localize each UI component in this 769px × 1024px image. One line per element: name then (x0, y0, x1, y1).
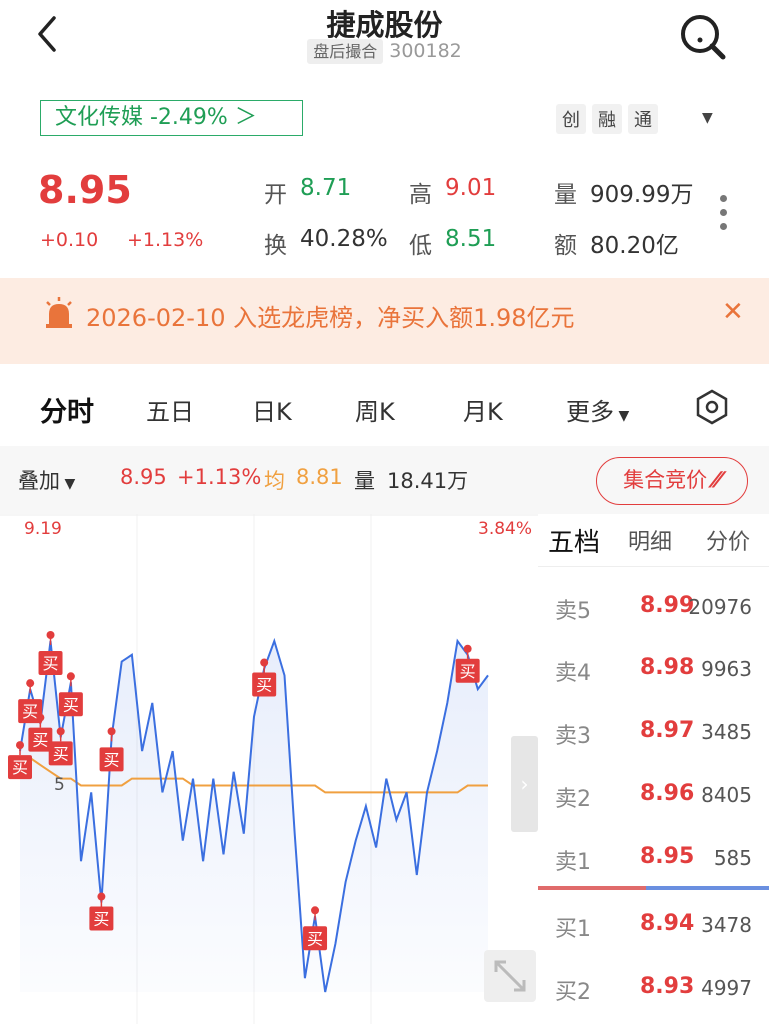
tag-rong: 融 (592, 104, 622, 134)
avg-value: 8.81 (296, 465, 343, 489)
ask2-vol: 8405 (701, 783, 752, 807)
book-divider-bid (646, 886, 769, 890)
overlay-vol-label: 量 (354, 469, 375, 493)
book-tab-price[interactable]: 分价 (706, 524, 750, 556)
tab-more-label: 更多 (566, 398, 614, 426)
buy-marker-label: 买 (12, 758, 28, 777)
overlay-dropdown[interactable]: 叠加 ▼ (18, 465, 75, 495)
auction-icon: ⁄⁄ (713, 468, 721, 492)
tab-five-day[interactable]: 五日 (146, 392, 194, 427)
ask5-vol: 20976 (688, 595, 752, 619)
avg-label: 均 (264, 469, 285, 493)
book-tab-five[interactable]: 五档 (548, 522, 600, 559)
price-change: +0.10 (40, 229, 99, 251)
tab-fenshi[interactable]: 分时 (40, 390, 94, 429)
volume-label: 量 (554, 182, 577, 208)
current-price: 8.95 (38, 168, 132, 212)
bid2-vol: 4997 (701, 976, 752, 1000)
ask3-label: 卖3 (555, 724, 591, 749)
high-value: 9.01 (445, 175, 497, 201)
tag-chuang: 创 (556, 104, 586, 134)
amount-value: 80.20亿 (590, 233, 679, 259)
overlay-label: 叠加 (18, 469, 60, 493)
search-icon[interactable] (676, 10, 728, 62)
buy-marker-label: 买 (43, 654, 59, 673)
chevron-down-icon: ▼ (614, 408, 630, 424)
buy-marker-label: 买 (104, 750, 120, 769)
buy-marker-label: 买 (307, 929, 323, 948)
open-label: 开 (264, 182, 287, 208)
status-tag: 盘后撮合 (307, 39, 384, 64)
sector-link[interactable]: 文化传媒 -2.49% ＞ (40, 100, 303, 136)
more-options-icon[interactable] (720, 195, 730, 237)
ask2-label: 卖2 (555, 787, 591, 812)
overlay-pct: +1.13% (177, 465, 262, 489)
alarm-icon (46, 297, 72, 328)
buy-marker: 买 (38, 631, 63, 675)
y-axis-top-label: 9.19 (24, 519, 62, 539)
tab-monthly-k[interactable]: 月K (463, 392, 503, 427)
ask4-vol: 9963 (701, 657, 752, 681)
tags-dropdown-icon[interactable]: ▼ (702, 110, 713, 126)
chevron-down-icon: ▼ (60, 476, 76, 492)
book-divider-ask (538, 886, 646, 890)
side-panel-toggle[interactable]: › (511, 736, 538, 832)
close-icon[interactable]: ✕ (722, 297, 744, 327)
volume-value: 909.99万 (590, 182, 694, 208)
book-header-divider (538, 566, 769, 567)
turnover-value: 40.28% (300, 226, 388, 252)
bid2-label: 买2 (555, 980, 591, 1005)
stock-subline: 盘后撮合 300182 (0, 38, 769, 64)
price-change-pct: +1.13% (127, 229, 204, 251)
tag-tong: 通 (628, 104, 658, 134)
tab-more[interactable]: 更多 ▼ (566, 392, 629, 427)
low-value: 8.51 (445, 226, 497, 252)
ask4-label: 卖4 (555, 661, 591, 686)
auction-button-label: 集合竞价 (623, 468, 708, 492)
auction-button[interactable]: 集合竞价 ⁄⁄ (596, 457, 748, 505)
buy-marker-label: 买 (53, 744, 69, 763)
buy-marker-label: 买 (22, 702, 38, 721)
buy-marker-label: 买 (256, 676, 272, 695)
settings-hexagon-icon[interactable] (694, 389, 730, 425)
buy-marker: 买 (58, 672, 83, 717)
expand-icon[interactable] (484, 950, 536, 1002)
turnover-label: 换 (264, 233, 287, 259)
overlay-price: 8.95 (120, 465, 167, 489)
ask5-label: 卖5 (555, 599, 591, 624)
buy-marker-label: 买 (63, 695, 79, 714)
stock-code: 300182 (389, 40, 462, 62)
book-tab-detail[interactable]: 明细 (628, 524, 672, 556)
stock-tags: 创融通 (556, 104, 664, 134)
intraday-chart[interactable]: 买买买买买买买买买买买 9.19 3.84% 5 (0, 514, 540, 1024)
high-label: 高 (409, 182, 432, 208)
buy-marker-label: 买 (460, 662, 476, 681)
ask1-vol: 585 (713, 846, 752, 870)
buy-marker-label: 买 (32, 731, 48, 750)
buy-marker: 买 (303, 906, 328, 951)
tab-daily-k[interactable]: 日K (252, 392, 292, 427)
open-value: 8.71 (300, 175, 352, 201)
partial-axis-label: 5 (54, 775, 65, 795)
bid1-label: 买1 (555, 917, 591, 942)
bid1-vol: 3478 (701, 913, 752, 937)
notice-text: 2026-02-10 入选龙虎榜，净买入额1.98亿元 (86, 304, 575, 332)
ask1-label: 卖1 (555, 850, 591, 875)
tab-weekly-k[interactable]: 周K (355, 392, 395, 427)
buy-marker-label: 买 (93, 910, 109, 929)
pct-axis-top-label: 3.84% (478, 519, 532, 539)
amount-label: 额 (554, 233, 577, 259)
ask3-vol: 3485 (701, 720, 752, 744)
overlay-vol: 18.41万 (387, 469, 469, 493)
low-label: 低 (409, 233, 432, 259)
